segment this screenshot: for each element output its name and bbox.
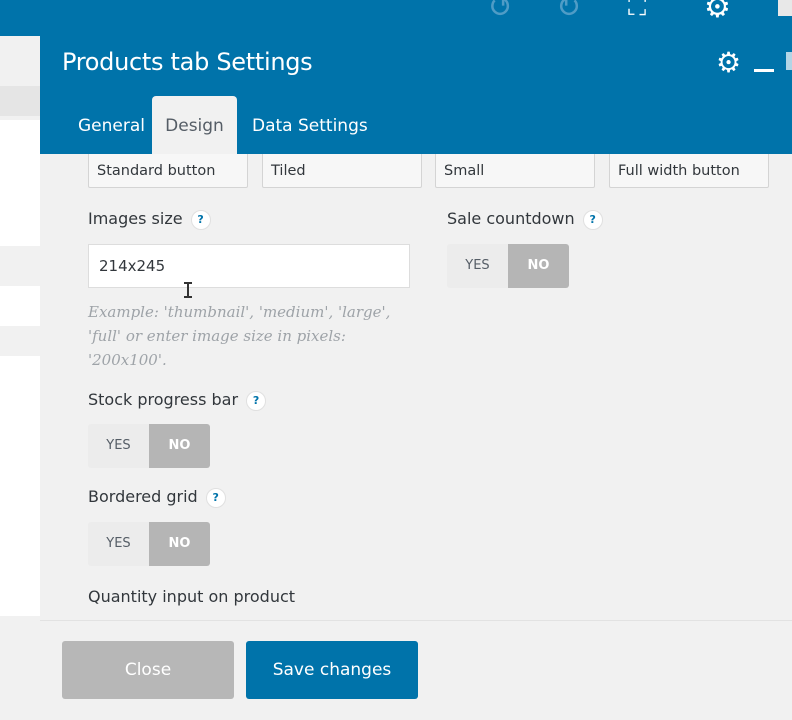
text-cursor-icon bbox=[183, 282, 193, 298]
settings-gear-icon[interactable]: ⚙ bbox=[704, 0, 731, 25]
stock-progress-bar-toggle[interactable]: YES NO bbox=[88, 424, 210, 468]
sale-countdown-yes[interactable]: YES bbox=[447, 244, 508, 288]
background-panel-edge bbox=[778, 0, 792, 16]
editor-toolbar: ↺ ↻ ⛶ ⚙ bbox=[0, 0, 792, 36]
modal-settings-gear-icon[interactable]: ⚙ bbox=[716, 46, 741, 79]
stock-progress-bar-label-text: Stock progress bar bbox=[88, 390, 239, 409]
option-standard-button[interactable]: Standard button bbox=[88, 154, 248, 188]
bordered-grid-no[interactable]: NO bbox=[149, 522, 210, 566]
sale-countdown-label: Sale countdown? bbox=[447, 209, 603, 230]
option-tiled[interactable]: Tiled bbox=[262, 154, 422, 188]
modal-footer: Close Save changes bbox=[40, 620, 792, 720]
sale-countdown-toggle[interactable]: YES NO bbox=[447, 244, 569, 288]
images-size-hint: Example: 'thumbnail', 'medium', 'large',… bbox=[88, 303, 391, 369]
design-tab-content: Standard button Tiled Small Full width b… bbox=[40, 154, 792, 640]
bordered-grid-label: Bordered grid? bbox=[88, 487, 226, 508]
option-full-width-button[interactable]: Full width button bbox=[609, 154, 769, 188]
help-icon[interactable]: ? bbox=[246, 390, 267, 411]
undo-icon[interactable]: ↺ bbox=[488, 0, 513, 25]
bordered-grid-yes[interactable]: YES bbox=[88, 522, 149, 566]
settings-modal: Products tab Settings ⚙ General Design D… bbox=[40, 36, 792, 720]
option-small[interactable]: Small bbox=[435, 154, 595, 188]
minimize-icon[interactable] bbox=[754, 69, 774, 72]
quantity-input-label: Quantity input on product bbox=[88, 587, 296, 606]
tab-data-settings[interactable]: Data Settings bbox=[252, 96, 368, 154]
save-changes-button[interactable]: Save changes bbox=[246, 641, 418, 699]
close-button[interactable]: Close bbox=[62, 641, 234, 699]
redo-icon[interactable]: ↻ bbox=[556, 0, 581, 25]
sale-countdown-no[interactable]: NO bbox=[508, 244, 569, 288]
sale-countdown-label-text: Sale countdown bbox=[447, 209, 575, 228]
help-icon[interactable]: ? bbox=[190, 209, 211, 230]
help-icon[interactable]: ? bbox=[205, 487, 226, 508]
stock-progress-bar-yes[interactable]: YES bbox=[88, 424, 149, 468]
modal-title: Products tab Settings bbox=[62, 48, 313, 76]
images-size-label-text: Images size bbox=[88, 209, 183, 228]
stock-progress-bar-label: Stock progress bar? bbox=[88, 390, 267, 411]
tab-general[interactable]: General bbox=[78, 96, 145, 154]
bordered-grid-toggle[interactable]: YES NO bbox=[88, 522, 210, 566]
images-size-label: Images size? bbox=[88, 209, 211, 230]
fullscreen-icon[interactable]: ⛶ bbox=[628, 0, 646, 23]
help-icon[interactable]: ? bbox=[582, 209, 603, 230]
tab-design[interactable]: Design bbox=[152, 96, 237, 154]
modal-header: Products tab Settings ⚙ General Design D… bbox=[40, 36, 792, 154]
background-editor-panel bbox=[0, 36, 40, 720]
stock-progress-bar-no[interactable]: NO bbox=[149, 424, 210, 468]
close-icon[interactable] bbox=[786, 52, 792, 70]
bordered-grid-label-text: Bordered grid bbox=[88, 487, 198, 506]
images-size-input[interactable] bbox=[88, 244, 410, 288]
